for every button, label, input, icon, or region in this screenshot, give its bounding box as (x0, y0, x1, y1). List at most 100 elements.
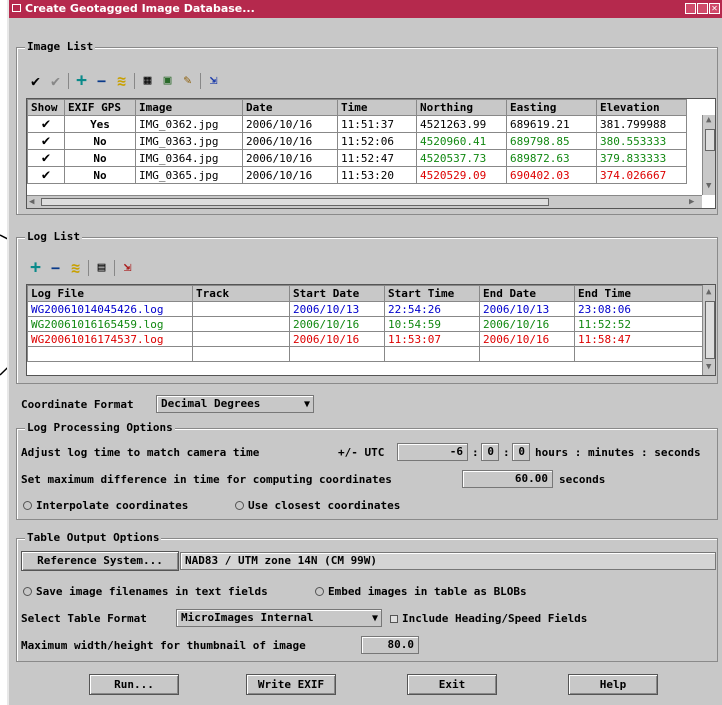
heading-speed-checkbox[interactable]: Include Heading/Speed Fields (390, 612, 587, 625)
cell-start-date: 2006/10/16 (289, 331, 385, 347)
log-export-icon[interactable]: ⇲ (120, 260, 135, 275)
utc-seconds-field[interactable]: 0 (512, 443, 530, 461)
col-exif-gps[interactable]: EXIF GPS (64, 99, 136, 116)
embed-blobs-radio[interactable]: Embed images in table as BLOBs (315, 585, 527, 598)
scroll-thumb[interactable] (705, 129, 715, 151)
image-table: Show EXIF GPS Image Date Time Northing E… (27, 99, 687, 184)
remove-icon[interactable]: − (94, 72, 109, 90)
cell-image: IMG_0362.jpg (135, 115, 243, 133)
table-row[interactable]: ✔ No IMG_0363.jpg 2006/10/16 11:52:06 4520960… (27, 132, 687, 150)
show-check-icon[interactable]: ✔ (27, 149, 65, 167)
scroll-down-icon[interactable]: ▼ (706, 181, 711, 191)
max-diff-field[interactable]: 60.00 (462, 470, 553, 488)
cell-start-date: 2006/10/16 (289, 316, 385, 332)
hscroll-thumb[interactable] (41, 198, 549, 206)
table-row[interactable]: WG20061016174537.log 2006/10/16 11:53:07 20… (27, 331, 707, 347)
utc-hours-field[interactable]: -6 (397, 443, 468, 461)
col-easting[interactable]: Easting (506, 99, 597, 116)
cell-exif: Yes (64, 115, 136, 133)
radio-icon (23, 501, 32, 510)
close-icon[interactable]: ✕ (709, 3, 720, 14)
show-check-icon[interactable]: ✔ (27, 166, 65, 184)
log-scroll-down-icon[interactable]: ▼ (706, 362, 711, 372)
run-button[interactable]: Run... (89, 674, 179, 695)
log-list-vscroll[interactable]: ▲ ▼ (702, 285, 715, 375)
interpolate-radio[interactable]: Interpolate coordinates (23, 499, 188, 512)
window-title: Create Geotagged Image Database... (25, 2, 255, 15)
add-icon[interactable]: + (74, 70, 89, 91)
remove-log-icon[interactable]: − (48, 259, 63, 277)
col-start-time[interactable]: Start Time (384, 285, 480, 302)
max-diff-unit: seconds (559, 473, 606, 486)
checkbox-icon (390, 614, 398, 623)
scroll-left-icon[interactable]: ◀ (29, 197, 34, 207)
cell-track (192, 316, 290, 332)
exit-button[interactable]: Exit (407, 674, 497, 695)
table-row[interactable]: ✔ Yes IMG_0362.jpg 2006/10/16 11:51:37 452126… (27, 115, 687, 133)
col-log-file[interactable]: Log File (27, 285, 193, 302)
image-list-vscroll[interactable]: ▲ ▼ (702, 115, 715, 195)
maximize-icon[interactable] (697, 3, 708, 14)
coord-format-select[interactable]: Decimal Degrees ▼ (156, 395, 314, 413)
clear-log-icon[interactable]: ≋ (68, 259, 83, 277)
cell-exif: No (64, 166, 136, 184)
radio-icon (315, 587, 324, 596)
col-end-time[interactable]: End Time (574, 285, 707, 302)
dropdown-arrow-icon: ▼ (303, 399, 310, 410)
check-selected-icon[interactable]: ✔ (48, 72, 63, 90)
log-scroll-up-icon[interactable]: ▲ (706, 287, 711, 297)
check-all-icon[interactable]: ✔ (28, 72, 43, 90)
col-date[interactable]: Date (242, 99, 338, 116)
cell-easting: 689619.21 (506, 115, 597, 133)
log-view-icon[interactable]: ▤ (94, 260, 109, 275)
cell-end-time: 11:58:47 (574, 331, 707, 347)
show-check-icon[interactable]: ✔ (27, 132, 65, 150)
thumbnail-size-field[interactable]: 80.0 (361, 636, 419, 654)
cell-exif: No (64, 149, 136, 167)
utc-minutes-field[interactable]: 0 (481, 443, 499, 461)
tag-icon[interactable]: ✎ (180, 73, 195, 88)
cell-northing: 4520537.73 (416, 149, 507, 167)
minimize-icon[interactable] (685, 3, 696, 14)
table-row[interactable]: WG20061014045426.log 2006/10/13 22:54:26 20… (27, 301, 707, 317)
table-output-legend: Table Output Options (25, 531, 162, 544)
col-time[interactable]: Time (337, 99, 417, 116)
clear-icon[interactable]: ≋ (114, 72, 129, 90)
closest-radio[interactable]: Use closest coordinates (235, 499, 400, 512)
table-format-select[interactable]: MicroImages Internal ▼ (176, 609, 382, 627)
table-row[interactable]: ✔ No IMG_0365.jpg 2006/10/16 11:53:20 4520529… (27, 166, 687, 184)
table-icon[interactable]: ▦ (140, 73, 155, 88)
scroll-up-icon[interactable]: ▲ (706, 115, 711, 125)
write-exif-button[interactable]: Write EXIF (246, 674, 336, 695)
scroll-right-icon[interactable]: ▶ (689, 197, 694, 207)
export-icon[interactable]: ⇲ (206, 73, 221, 88)
col-show[interactable]: Show (27, 99, 65, 116)
col-end-date[interactable]: End Date (479, 285, 575, 302)
col-start-date[interactable]: Start Date (289, 285, 385, 302)
image-list-hscroll[interactable]: ◀ ▶ (27, 195, 702, 208)
cell-start-time: 22:54:26 (384, 301, 480, 317)
cell-date: 2006/10/16 (242, 166, 338, 184)
table-row[interactable]: ✔ No IMG_0364.jpg 2006/10/16 11:52:47 4520537… (27, 149, 687, 167)
cell-file: WG20061016174537.log (27, 331, 193, 347)
col-image[interactable]: Image (135, 99, 243, 116)
help-button[interactable]: Help (568, 674, 658, 695)
title-bar: Create Geotagged Image Database... ✕ (9, 0, 722, 18)
table-row[interactable]: WG20061016165459.log 2006/10/16 10:54:59 20… (27, 316, 707, 332)
coord-format-value: Decimal Degrees (161, 397, 261, 410)
add-log-icon[interactable]: + (28, 257, 43, 278)
save-filenames-label: Save image filenames in text fields (36, 585, 268, 598)
table-row (27, 346, 707, 362)
window-menu-icon[interactable] (12, 4, 21, 12)
dropdown-arrow-icon: ▼ (371, 613, 378, 624)
col-track[interactable]: Track (192, 285, 290, 302)
reference-system-field: NAD83 / UTM zone 14N (CM 99W) (180, 552, 716, 570)
col-elevation[interactable]: Elevation (596, 99, 687, 116)
col-northing[interactable]: Northing (416, 99, 507, 116)
log-scroll-thumb[interactable] (705, 301, 715, 359)
save-filenames-radio[interactable]: Save image filenames in text fields (23, 585, 268, 598)
image-view-icon[interactable]: ▣ (160, 73, 175, 88)
cell-elevation: 380.553333 (596, 132, 687, 150)
reference-system-button[interactable]: Reference System... (21, 551, 179, 571)
show-check-icon[interactable]: ✔ (27, 115, 65, 133)
